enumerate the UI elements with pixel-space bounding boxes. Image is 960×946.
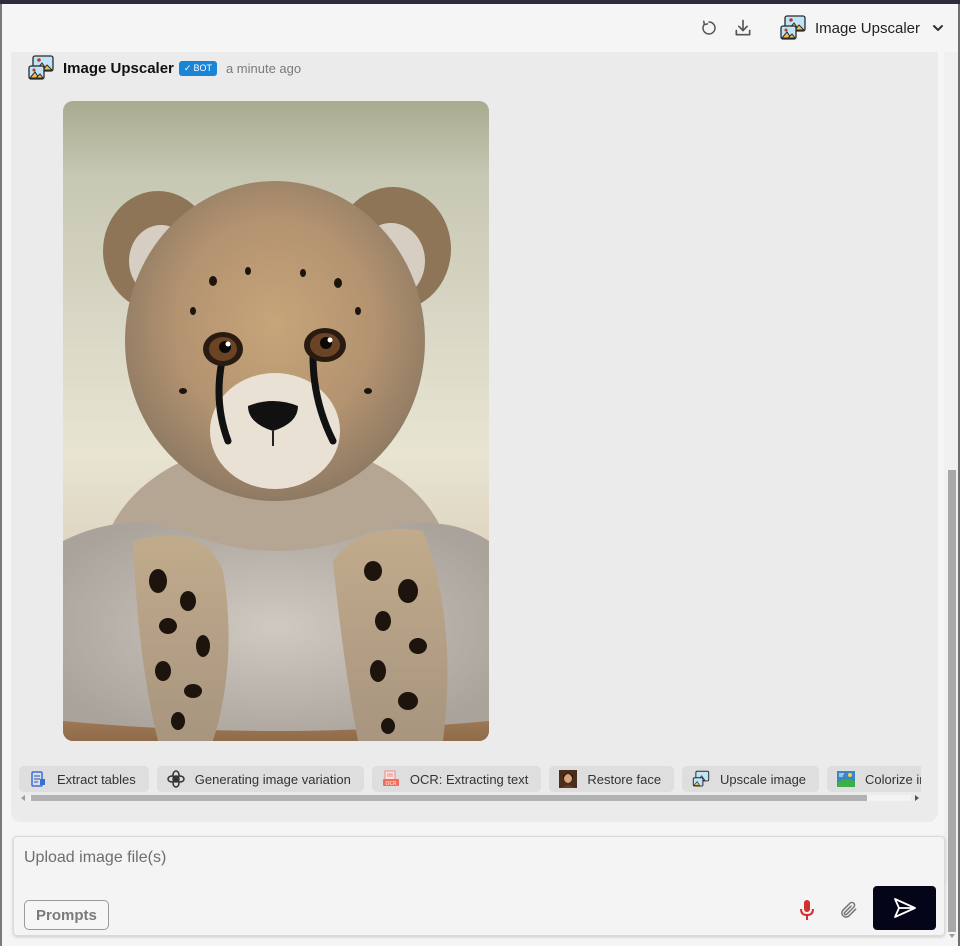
svg-text:OCR: OCR <box>385 781 396 787</box>
bot-badge: ✓ BOT <box>178 60 217 76</box>
image-upscaler-logo-icon <box>780 15 806 40</box>
message-timestamp: a minute ago <box>225 60 302 76</box>
download-icon <box>735 19 751 36</box>
send-icon <box>893 898 916 918</box>
upload-input[interactable] <box>14 837 944 881</box>
landscape-color-icon <box>837 770 856 788</box>
window-left-border <box>0 4 2 946</box>
upscaled-image[interactable] <box>63 101 489 741</box>
header-bar: Image Upscaler <box>2 4 958 52</box>
vertical-scrollbar-thumb[interactable] <box>948 470 956 932</box>
send-button[interactable] <box>873 886 936 930</box>
image-upscaler-icon <box>692 770 710 788</box>
document-table-icon <box>29 770 47 788</box>
scrollbar-thumb[interactable] <box>31 795 867 801</box>
refresh-icon <box>702 20 716 35</box>
message-header: Image Upscaler ✓ BOT a minute ago <box>27 54 301 82</box>
download-button[interactable] <box>729 14 757 42</box>
attach-button[interactable] <box>837 897 861 923</box>
microphone-button[interactable] <box>796 897 818 923</box>
microphone-icon <box>800 900 814 920</box>
chips-horizontal-scrollbar[interactable] <box>19 794 921 802</box>
chip-label: Extract tables <box>57 771 136 787</box>
scroll-down-arrow-icon[interactable] <box>949 934 955 938</box>
portrait-icon <box>559 770 578 788</box>
chip-label: Colorize image <box>865 771 921 787</box>
chip-restore-face[interactable]: Restore face <box>549 766 675 792</box>
chip-colorize-image[interactable]: Colorize image <box>827 766 921 792</box>
bot-selector-dropdown[interactable]: Image Upscaler <box>779 14 944 42</box>
chip-label: Generating image variation <box>194 771 351 787</box>
paperclip-icon <box>841 901 857 918</box>
chip-ocr-extracting-text[interactable]: OCR OCR: Extracting text <box>371 766 542 792</box>
chevron-down-icon <box>933 25 943 31</box>
ocr-icon: OCR <box>382 770 400 788</box>
chip-generating-image-variation[interactable]: Generating image variation <box>156 766 364 792</box>
bot-avatar-icon <box>28 55 54 80</box>
sender-name: Image Upscaler <box>63 59 174 77</box>
message-composer: Prompts <box>13 836 945 936</box>
quick-action-chips: Extract tables Generating image variatio… <box>19 766 921 792</box>
chip-extract-tables[interactable]: Extract tables <box>19 766 149 792</box>
chip-label: Upscale image <box>720 771 807 787</box>
openai-icon <box>167 770 185 788</box>
chip-label: Restore face <box>587 771 662 787</box>
bot-message: Image Upscaler ✓ BOT a minute ago Extrac… <box>11 52 938 822</box>
bot-selector-label: Image Upscaler <box>814 19 920 37</box>
refresh-button[interactable] <box>695 14 723 42</box>
chip-label: OCR: Extracting text <box>409 771 529 787</box>
bot-badge-label: BOT <box>193 63 212 73</box>
chip-upscale-image[interactable]: Upscale image <box>682 766 820 792</box>
scroll-left-arrow-icon[interactable] <box>21 795 25 801</box>
check-icon: ✓ <box>183 62 192 73</box>
prompts-button[interactable]: Prompts <box>24 900 109 930</box>
cheetah-cub-photo <box>63 101 489 741</box>
scroll-right-arrow-icon[interactable] <box>915 795 919 801</box>
